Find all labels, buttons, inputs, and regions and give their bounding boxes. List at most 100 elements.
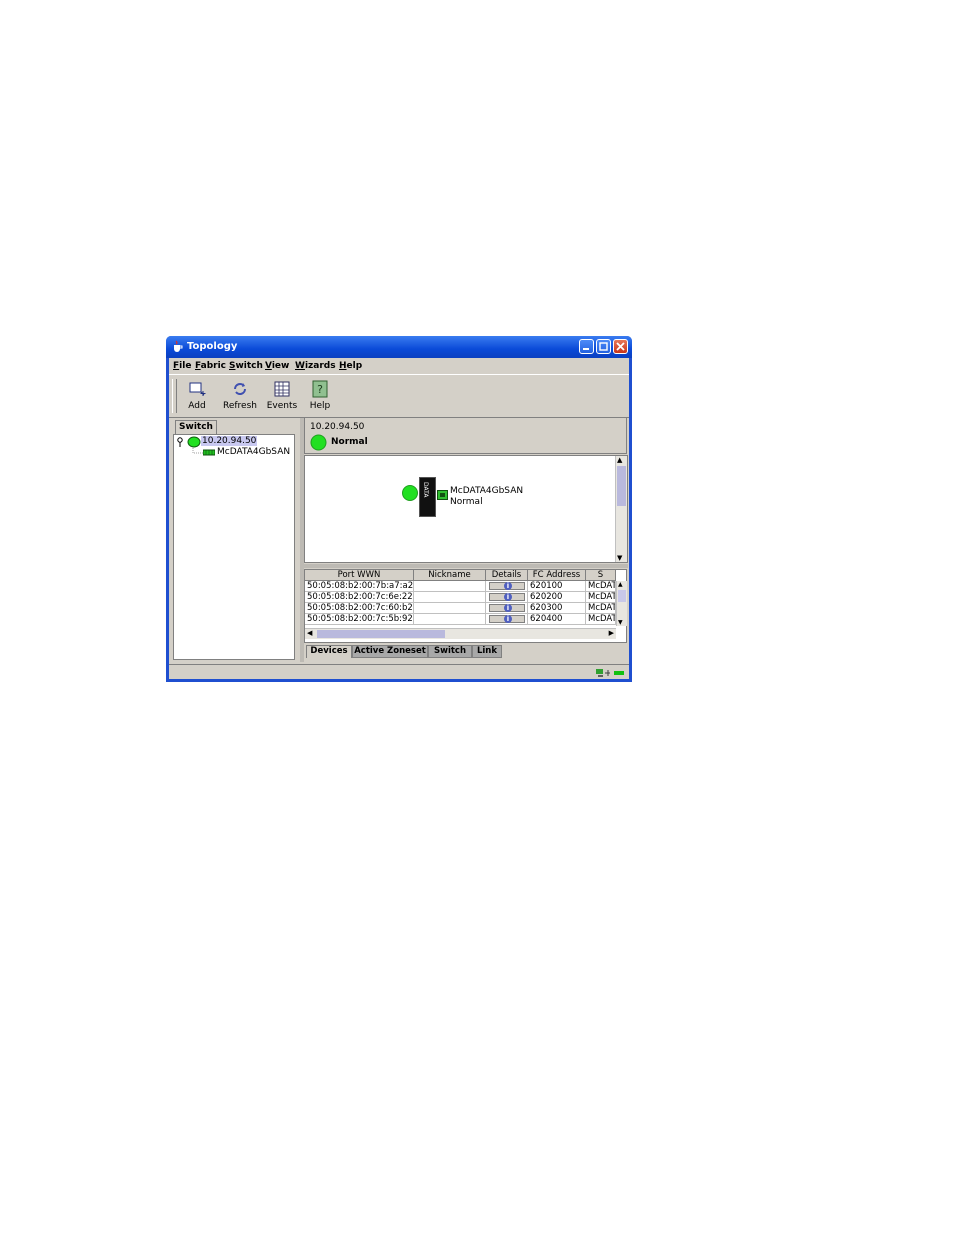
switch-node-status: Normal (450, 497, 483, 507)
help-button[interactable]: ? Help (299, 378, 341, 416)
add-switch-icon (189, 382, 206, 396)
details-button[interactable]: i (489, 582, 525, 590)
refresh-icon (234, 383, 246, 395)
refresh-button[interactable]: Refresh (219, 378, 261, 416)
maximize-icon (599, 342, 608, 351)
topology-pane: 10.20.94.50 Normal DATA McDATA4GbSAN Nor… (304, 417, 628, 662)
horizontal-splitter[interactable] (304, 564, 628, 568)
toolbar: Add Refresh Events ? Help (169, 374, 629, 418)
col-s[interactable]: S (586, 570, 616, 581)
cell-nickname[interactable] (414, 592, 486, 603)
cell-fc-address: 620300 (528, 603, 586, 614)
fabric-status-icon (187, 436, 201, 448)
connection-status-icon (596, 669, 624, 677)
cell-wwn: 50:05:08:b2:00:7c:6e:22 (305, 592, 414, 603)
scroll-left-icon[interactable]: ◀ (307, 629, 312, 637)
add-button[interactable]: Add (176, 378, 218, 416)
port-icon (437, 490, 448, 500)
info-icon: i (504, 615, 512, 623)
col-nickname[interactable]: Nickname (414, 570, 486, 581)
cell-nickname[interactable] (414, 614, 486, 625)
minimize-icon (583, 348, 589, 350)
maximize-button[interactable] (596, 339, 611, 354)
java-cup-icon (174, 340, 183, 352)
tree-expand-icon[interactable] (176, 437, 186, 447)
col-port-wwn[interactable]: Port WWN (305, 570, 414, 581)
window-title: Topology (187, 341, 238, 352)
cell-fc-address: 620400 (528, 614, 586, 625)
tab-switch-tree[interactable]: Switch (175, 420, 217, 434)
events-label: Events (266, 401, 298, 411)
scroll-up-icon[interactable]: ▲ (618, 581, 623, 588)
switch-status-icon (402, 485, 418, 501)
info-icon: i (504, 582, 512, 590)
tab-active-zoneset[interactable]: Active Zoneset (352, 645, 428, 658)
cell-wwn: 50:05:08:b2:00:7b:a7:a2 (305, 581, 414, 592)
menu-file[interactable]: File (173, 361, 191, 371)
canvas-vscrollbar[interactable]: ▲ ▼ (615, 456, 627, 562)
switch-node[interactable]: DATA (419, 477, 436, 517)
cell-fc-address: 620200 (528, 592, 586, 603)
switch-tree-pane: Switch 10.20.94.50 McDATA4GbSAN (172, 418, 299, 662)
minimize-button[interactable] (579, 339, 594, 354)
help-label: Help (309, 401, 331, 411)
details-button[interactable]: i (489, 593, 525, 601)
menu-switch[interactable]: Switch (229, 361, 263, 371)
cell-s: McDATA (586, 592, 616, 603)
scroll-down-icon[interactable]: ▼ (617, 554, 622, 562)
cell-s: McDATA (586, 581, 616, 592)
events-button[interactable]: Events (261, 378, 303, 416)
tab-link[interactable]: Link (472, 645, 502, 658)
menu-bar: File Fabric Switch View Wizards Help (169, 358, 629, 374)
table-hscroll-thumb[interactable] (317, 630, 445, 638)
cell-details: i (486, 581, 528, 592)
col-details[interactable]: Details (486, 570, 528, 581)
table-hscrollbar[interactable]: ◀ ▶ (305, 628, 616, 639)
col-fc-address[interactable]: FC Address (528, 570, 586, 581)
switch-tree: 10.20.94.50 McDATA4GbSAN (173, 434, 295, 660)
menu-view[interactable]: View (265, 361, 289, 371)
scroll-up-icon[interactable]: ▲ (617, 456, 622, 464)
tree-root-item[interactable]: 10.20.94.50 (201, 436, 258, 446)
tree-child-item[interactable]: McDATA4GbSAN (217, 447, 290, 457)
scroll-right-icon[interactable]: ▶ (609, 629, 614, 637)
fabric-address: 10.20.94.50 (310, 422, 365, 432)
menu-wizards[interactable]: Wizards (295, 361, 336, 371)
window-client: File Fabric Switch View Wizards Help Add (169, 358, 629, 679)
canvas-vscroll-thumb[interactable] (617, 466, 626, 506)
bottom-tabs: Devices Active Zoneset Switch Link (304, 645, 628, 659)
status-ok-icon (310, 434, 327, 451)
switch-icon (203, 449, 215, 456)
details-button[interactable]: i (489, 604, 525, 612)
cell-nickname[interactable] (414, 603, 486, 614)
refresh-label: Refresh (223, 401, 257, 411)
table-vscrollbar[interactable]: ▲ ▼ (616, 581, 627, 626)
menu-fabric[interactable]: Fabric (195, 361, 226, 371)
switch-node-name: McDATA4GbSAN (450, 486, 524, 496)
details-button[interactable]: i (489, 615, 525, 623)
events-grid-icon (274, 381, 290, 397)
cell-s: McDATA (586, 603, 616, 614)
info-icon: i (504, 593, 512, 601)
devices-table: Port WWN Nickname Details FC Address S 5… (304, 569, 627, 643)
cell-nickname[interactable] (414, 581, 486, 592)
tab-switch[interactable]: Switch (428, 645, 472, 658)
cell-wwn: 50:05:08:b2:00:7c:60:b2 (305, 603, 414, 614)
close-icon (616, 342, 625, 351)
scroll-down-icon[interactable]: ▼ (618, 619, 623, 626)
table-vscroll-thumb[interactable] (618, 590, 626, 602)
close-button[interactable] (613, 339, 628, 354)
title-bar[interactable]: Topology (166, 336, 632, 358)
tab-devices[interactable]: Devices (306, 645, 352, 658)
cell-details: i (486, 592, 528, 603)
help-book-icon: ? (312, 380, 328, 398)
switch-node-chip: DATA (422, 482, 429, 498)
info-icon: i (504, 604, 512, 612)
menu-help[interactable]: Help (339, 361, 362, 371)
svg-text:?: ? (317, 383, 323, 396)
topology-window: Topology File Fabric Switch View Wizards… (166, 336, 632, 682)
cell-s: McDATA (586, 614, 616, 625)
add-label: Add (188, 401, 206, 411)
status-bar (169, 664, 629, 680)
topology-canvas[interactable]: DATA McDATA4GbSAN Normal ▲ ▼ (304, 455, 628, 563)
